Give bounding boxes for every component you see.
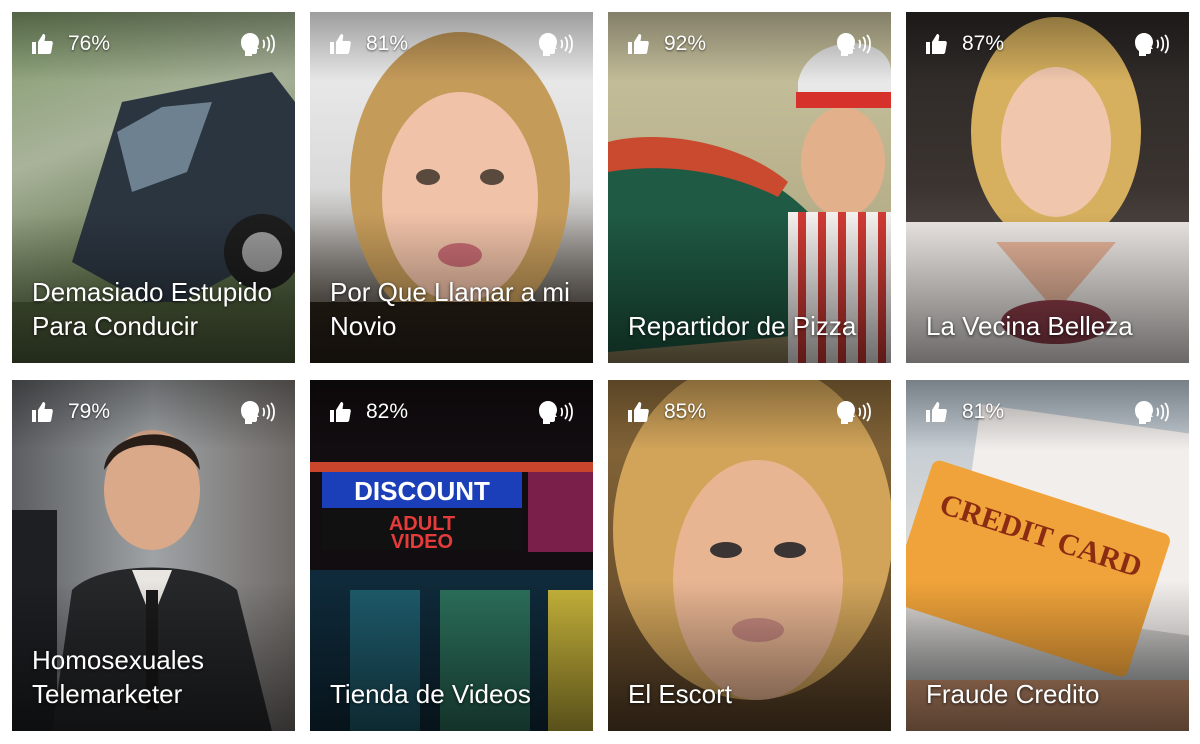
speaking-head-icon[interactable] (535, 400, 575, 424)
like-percentage: 82% (366, 400, 409, 423)
thumbs-up-icon (924, 32, 948, 56)
thumbs-up-icon (328, 400, 352, 424)
like-percentage: 85% (664, 400, 707, 423)
speaking-head-icon[interactable] (535, 32, 575, 56)
like-percentage: 87% (962, 32, 1005, 55)
tile-stats: 87% (906, 30, 1189, 58)
prank-tile[interactable]: 76% Demasiado Estupido Para Conducir (12, 12, 295, 363)
thumbs-up-icon (626, 32, 650, 56)
prank-tile[interactable]: CREDIT CARD 81% Fraude Credito (906, 380, 1189, 731)
speaking-head-icon[interactable] (237, 32, 277, 56)
tile-title: La Vecina Belleza (926, 311, 1133, 341)
tile-stats: 81% (906, 398, 1189, 426)
prank-tile[interactable]: 92% Repartidor de Pizza (608, 12, 891, 363)
like-percentage: 81% (366, 32, 409, 55)
prank-tile[interactable]: 85% El Escort (608, 380, 891, 731)
thumbs-up-icon (30, 32, 54, 56)
tile-stats: 82% (310, 398, 593, 426)
tile-stats: 79% (12, 398, 295, 426)
like-percentage: 76% (68, 32, 111, 55)
tile-title: Homosexuales Telemarketer (32, 645, 204, 709)
thumbs-up-icon (626, 400, 650, 424)
tile-title: El Escort (628, 679, 733, 709)
prank-tile[interactable]: 87% La Vecina Belleza (906, 12, 1189, 363)
tile-title: Fraude Credito (926, 679, 1100, 709)
speaking-head-icon[interactable] (833, 32, 873, 56)
thumbs-up-icon (328, 32, 352, 56)
tile-title: Demasiado Estupido Para Conducir (32, 277, 272, 341)
speaking-head-icon[interactable] (237, 400, 277, 424)
tile-stats: 76% (12, 30, 295, 58)
tile-stats: 81% (310, 30, 593, 58)
prank-call-grid: 76% Demasiado Estupido Para Conducir 81%… (0, 0, 1200, 744)
like-percentage: 79% (68, 400, 111, 423)
like-percentage: 81% (962, 400, 1005, 423)
tile-title: Repartidor de Pizza (628, 311, 857, 341)
prank-tile[interactable]: 79% Homosexuales Telemarketer (12, 380, 295, 731)
speaking-head-icon[interactable] (1131, 400, 1171, 424)
discount-sign: DISCOUNT (354, 476, 490, 506)
thumbs-up-icon (30, 400, 54, 424)
speaking-head-icon[interactable] (1131, 32, 1171, 56)
prank-tile[interactable]: DISCOUNT ADULT VIDEO 82% Tienda de Video… (310, 380, 593, 731)
prank-tile[interactable]: 81% Por Que Llamar a mi Novio (310, 12, 593, 363)
tile-stats: 85% (608, 398, 891, 426)
like-percentage: 92% (664, 32, 707, 55)
tile-title: Tienda de Videos (330, 679, 531, 709)
thumbs-up-icon (924, 400, 948, 424)
speaking-head-icon[interactable] (833, 400, 873, 424)
video-sign: VIDEO (391, 531, 453, 553)
tile-stats: 92% (608, 30, 891, 58)
tile-title: Por Que Llamar a mi Novio (330, 277, 570, 341)
